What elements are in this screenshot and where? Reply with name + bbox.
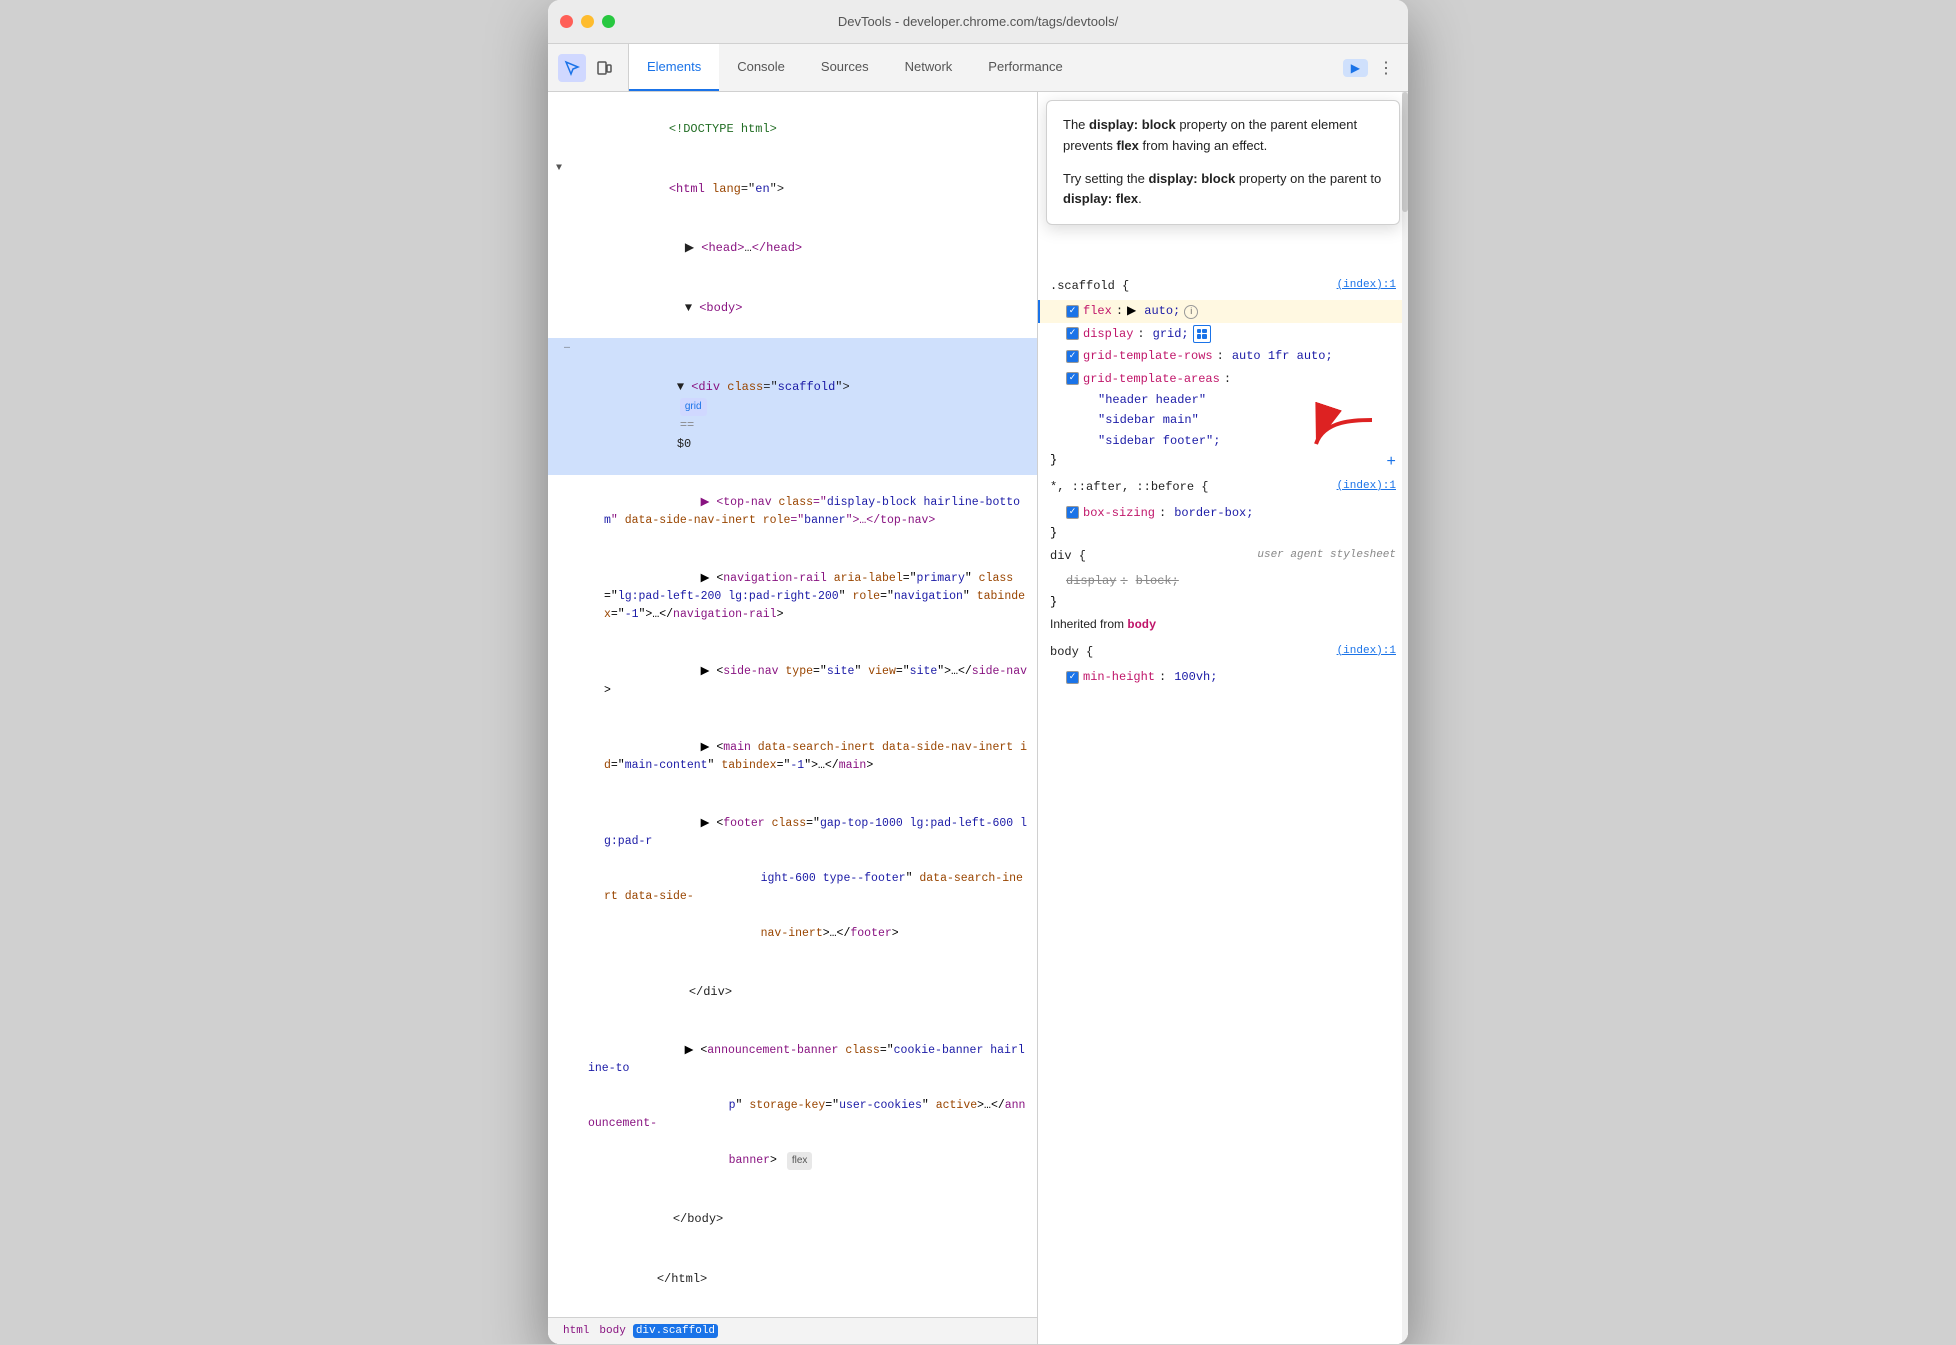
maximize-button[interactable] [602, 15, 615, 28]
dom-line-footer[interactable]: ▶ <footer class="gap-top-1000 lg:pad-lef… [548, 795, 1037, 963]
tab-elements[interactable]: Elements [629, 44, 719, 91]
checkbox-minheight[interactable] [1066, 671, 1079, 684]
scrollbar-thumb[interactable] [1402, 92, 1408, 212]
tab-console[interactable]: Console [719, 44, 803, 91]
tab-group: Elements Console Sources Network Perform… [629, 44, 1335, 91]
breadcrumb-body[interactable]: body [596, 1324, 628, 1338]
dom-line-navrail[interactable]: ▶ <navigation-rail aria-label="primary" … [548, 550, 1037, 644]
active-indicator: ▶ [1343, 59, 1368, 77]
devtools-window: DevTools - developer.chrome.com/tags/dev… [548, 0, 1408, 1344]
scrollbar[interactable] [1402, 92, 1408, 1344]
tab-sources[interactable]: Sources [803, 44, 887, 91]
inspector-icon[interactable] [558, 54, 586, 82]
checkbox-boxsizing[interactable] [1066, 506, 1079, 519]
grid-icon[interactable] [1193, 325, 1211, 343]
dom-line-doctype: <!DOCTYPE html> [548, 100, 1037, 160]
style-prop-grid-rows[interactable]: grid-template-rows : auto 1fr auto; [1038, 345, 1408, 367]
breadcrumb: html body div.scaffold [548, 1317, 1037, 1344]
tab-performance[interactable]: Performance [970, 44, 1080, 91]
checkbox-flex[interactable] [1066, 305, 1079, 318]
style-prop-display[interactable]: display : grid; [1038, 323, 1408, 345]
arrow-container [1308, 402, 1388, 466]
user-agent-label: user agent stylesheet [1257, 546, 1396, 565]
flex-badge[interactable]: flex [787, 1152, 813, 1170]
dom-line-banner[interactable]: ▶ <announcement-banner class="cookie-ban… [548, 1022, 1037, 1190]
style-rule-body: body { (index):1 [1038, 638, 1408, 666]
rule-close-div: } [1038, 593, 1408, 611]
style-source-3[interactable]: (index):1 [1337, 642, 1396, 661]
style-prop-grid-areas[interactable]: grid-template-areas : [1038, 368, 1408, 390]
info-icon-flex[interactable]: i [1184, 305, 1198, 319]
grid-badge[interactable]: grid [680, 398, 707, 416]
inherited-from[interactable]: body [1127, 618, 1156, 632]
dom-line-sidenav[interactable]: ▶ <side-nav type="site" view="site">…</s… [548, 644, 1037, 720]
dom-line-body[interactable]: ▼ <body> [548, 279, 1037, 339]
style-prop-display-ua[interactable]: display : block; [1038, 570, 1408, 592]
dom-line-topnav[interactable]: ▶ <top-nav class="display-block hairline… [548, 475, 1037, 551]
more-options-icon[interactable]: ⋮ [1372, 54, 1400, 82]
style-prop-flex[interactable]: flex : ▶ auto; i [1038, 300, 1408, 322]
main-content: <!DOCTYPE html> ▼ <html lang="en"> [548, 92, 1408, 1344]
dom-line-body-close: </body> [548, 1190, 1037, 1250]
window-controls [560, 15, 615, 28]
style-source-2[interactable]: (index):1 [1337, 477, 1396, 496]
style-rule-universal: *, ::after, ::before { (index):1 [1038, 473, 1408, 501]
dom-line-html[interactable]: ▼ <html lang="en"> [548, 160, 1037, 220]
close-button[interactable] [560, 15, 573, 28]
dom-panel: <!DOCTYPE html> ▼ <html lang="en"> [548, 92, 1038, 1344]
style-prop-minheight[interactable]: min-height : 100vh; [1038, 666, 1408, 688]
dom-line-scaffold[interactable]: … ▼ <div class="scaffold"> grid == $0 [548, 338, 1037, 474]
style-rule-scaffold: .scaffold { (index):1 [1038, 272, 1408, 300]
rule-close-universal: } [1038, 524, 1408, 542]
styles-panel: The display: block property on the paren… [1038, 92, 1408, 1344]
dom-tree[interactable]: <!DOCTYPE html> ▼ <html lang="en"> [548, 92, 1037, 1317]
inherited-label: Inherited from body [1038, 611, 1408, 638]
devtools-container: Elements Console Sources Network Perform… [548, 44, 1408, 1344]
breadcrumb-html[interactable]: html [560, 1324, 592, 1338]
styles-content[interactable]: .scaffold { (index):1 flex : ▶ auto; i [1038, 92, 1408, 1344]
toolbar-end: ▶ ⋮ [1335, 44, 1408, 91]
tab-network[interactable]: Network [887, 44, 971, 91]
breadcrumb-scaffold[interactable]: div.scaffold [633, 1324, 718, 1338]
tooltip-box: The display: block property on the paren… [1046, 100, 1400, 225]
style-source-1[interactable]: (index):1 [1337, 276, 1396, 295]
tooltip-text-2: Try setting the display: block property … [1063, 169, 1383, 211]
toolbar-icon-group [548, 44, 629, 91]
titlebar: DevTools - developer.chrome.com/tags/dev… [548, 0, 1408, 44]
dom-line-head[interactable]: ▶ <head>…</head> [548, 219, 1037, 279]
style-prop-boxsizing[interactable]: box-sizing : border-box; [1038, 502, 1408, 524]
dom-line-html-close: </html> [548, 1249, 1037, 1309]
checkbox-grid-rows[interactable] [1066, 350, 1079, 363]
style-rule-div: div { user agent stylesheet [1038, 542, 1408, 570]
minimize-button[interactable] [581, 15, 594, 28]
red-arrow-icon [1308, 402, 1388, 462]
checkbox-display[interactable] [1066, 327, 1079, 340]
tooltip-text-1: The display: block property on the paren… [1063, 115, 1383, 157]
window-title: DevTools - developer.chrome.com/tags/dev… [838, 14, 1118, 29]
dom-line-div-close: </div> [548, 963, 1037, 1023]
toolbar: Elements Console Sources Network Perform… [548, 44, 1408, 92]
checkbox-grid-areas[interactable] [1066, 372, 1079, 385]
device-icon[interactable] [590, 54, 618, 82]
dom-line-main[interactable]: ▶ <main data-search-inert data-side-nav-… [548, 720, 1037, 796]
